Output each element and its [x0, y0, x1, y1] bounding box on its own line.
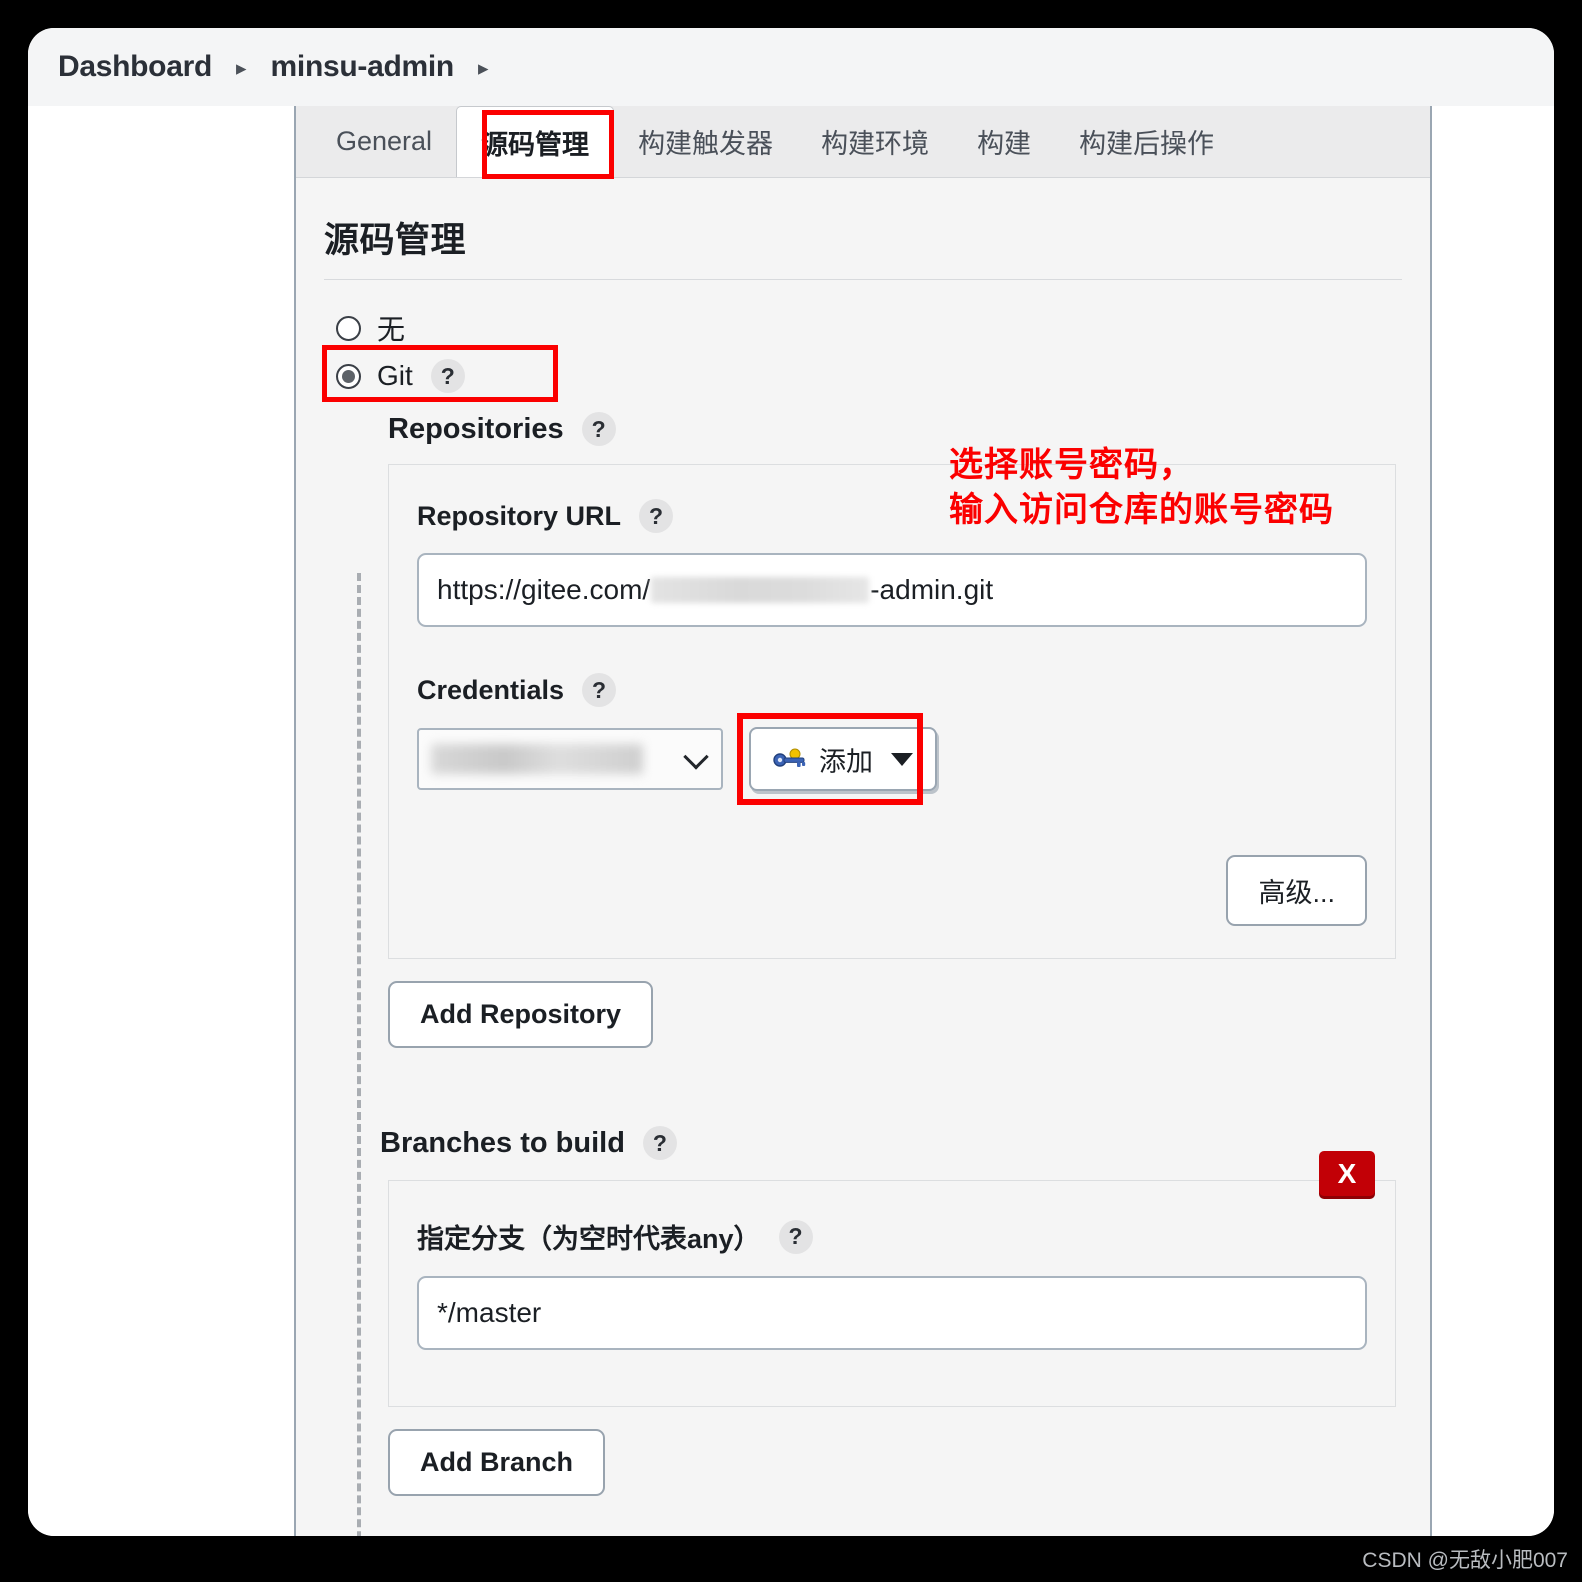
repository-url-label: Repository URL	[417, 500, 622, 531]
repositories-heading-row: Repositories ?	[388, 412, 1402, 446]
credentials-selected-value-redacted	[431, 744, 643, 774]
breadcrumb-item-dashboard[interactable]: Dashboard	[58, 50, 212, 84]
breadcrumb-item-job[interactable]: minsu-admin	[271, 50, 455, 84]
breadcrumb-separator-icon-2: ▸	[477, 56, 489, 80]
add-repository-row: Add Repository	[388, 981, 1402, 1048]
delete-branch-button[interactable]: X	[1319, 1151, 1375, 1196]
help-icon-branch-specifier[interactable]: ?	[778, 1219, 813, 1254]
branch-box: X 指定分支（为空时代表any） ? */master	[388, 1151, 1396, 1407]
radio-scm-git[interactable]: Git ?	[322, 345, 1402, 402]
radio-git-label: Git	[377, 360, 413, 391]
breadcrumb: Dashboard ▸ minsu-admin ▸	[28, 28, 1554, 106]
help-icon-branches[interactable]: ?	[642, 1126, 677, 1160]
add-repository-button[interactable]: Add Repository	[388, 981, 654, 1048]
branch-specifier-label: 指定分支（为空时代表any）	[417, 1224, 761, 1254]
key-icon	[773, 748, 806, 767]
branch-specifier-label-row: 指定分支（为空时代表any） ?	[417, 1217, 1367, 1256]
repository-url-input[interactable]: https://gitee.com/ -admin.git	[417, 553, 1367, 627]
tab-build-environment[interactable]: 构建环境	[797, 106, 953, 177]
tab-post-build-actions[interactable]: 构建后操作	[1055, 106, 1238, 177]
add-credentials-label: 添加	[819, 746, 873, 777]
chevron-down-icon	[683, 744, 709, 770]
page-card: Dashboard ▸ minsu-admin ▸ General 源码管理 构…	[28, 28, 1554, 1536]
radio-scm-none[interactable]: 无	[336, 306, 1402, 350]
title-divider	[324, 279, 1402, 280]
annotation-credentials-note: 选择账号密码， 输入访问仓库的账号密码	[949, 446, 1334, 529]
tab-general[interactable]: General	[312, 106, 456, 177]
credentials-label-row: Credentials ?	[417, 673, 1367, 707]
help-icon-git[interactable]: ?	[430, 359, 465, 393]
help-icon-credentials[interactable]: ?	[582, 673, 617, 707]
repository-url-prefix: https://gitee.com/	[437, 574, 651, 605]
repository-url-redacted-segment	[651, 577, 870, 603]
advanced-button[interactable]: 高级...	[1226, 855, 1367, 926]
add-credentials-wrapper: 添加	[737, 713, 937, 805]
radio-git-icon	[336, 363, 361, 389]
tab-build[interactable]: 构建	[953, 106, 1055, 177]
panel-body: 源码管理 无 Git ? Repositories ? Repository U…	[296, 178, 1430, 1536]
caret-down-icon	[891, 752, 913, 766]
tab-source-code-management[interactable]: 源码管理	[456, 106, 615, 177]
repository-box: Repository URL ? https://gitee.com/ -admi…	[388, 446, 1396, 959]
help-icon-repositories[interactable]: ?	[581, 412, 616, 446]
page-title: 源码管理	[324, 221, 467, 260]
repository-url-suffix: -admin.git	[870, 574, 994, 605]
watermark: CSDN @无敌小肥007	[1362, 1549, 1568, 1572]
credentials-select[interactable]	[417, 728, 723, 790]
add-branch-button[interactable]: Add Branch	[388, 1429, 606, 1496]
add-branch-row: Add Branch	[388, 1429, 1402, 1496]
add-credentials-button[interactable]: 添加	[749, 727, 937, 791]
tab-build-triggers[interactable]: 构建触发器	[614, 106, 797, 177]
config-tab-strip: General 源码管理 构建触发器 构建环境 构建 构建后操作	[296, 106, 1430, 179]
branch-specifier-input[interactable]: */master	[417, 1276, 1367, 1350]
branches-heading-row: Branches to build ?	[380, 1126, 1402, 1160]
repositories-heading: Repositories	[388, 412, 564, 445]
help-icon-repository-url[interactable]: ?	[639, 499, 674, 533]
git-section-guide-line	[357, 573, 361, 1536]
credentials-label: Credentials	[417, 674, 565, 705]
branches-heading: Branches to build	[380, 1126, 625, 1159]
right-blank-pane	[1432, 106, 1554, 1536]
breadcrumb-separator-icon: ▸	[236, 56, 247, 80]
advanced-button-row: 高级...	[417, 855, 1367, 926]
left-sidebar-pane	[28, 106, 294, 1536]
radio-none-label: 无	[377, 314, 406, 345]
config-panel: General 源码管理 构建触发器 构建环境 构建 构建后操作 源码管理 无 …	[294, 106, 1432, 1536]
radio-none-icon	[336, 315, 361, 341]
credentials-row: 添加 选择账号密码， 输入访问仓库的账号密码	[417, 446, 1367, 805]
